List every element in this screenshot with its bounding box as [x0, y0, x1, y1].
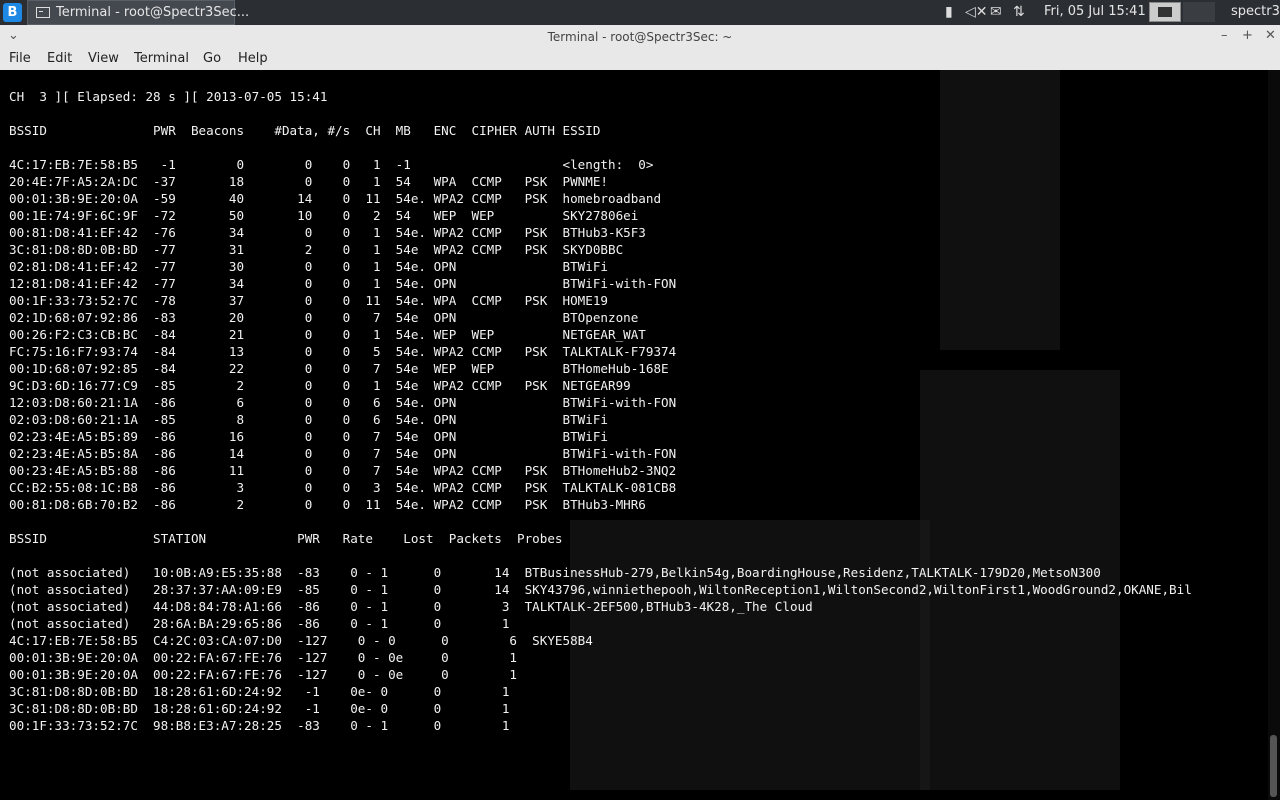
background-ghost — [940, 70, 1060, 350]
station-table-header: BSSID STATION PWR Rate Lost Packets Prob… — [9, 531, 563, 546]
ap-row: 00:1E:74:9F:6C:9F -72 50 10 0 2 54 WEP W… — [9, 208, 639, 223]
ap-row: 4C:17:EB:7E:58:B5 -1 0 0 0 1 -1 <length:… — [9, 157, 654, 172]
ap-row: CC:B2:55:08:1C:B8 -86 3 0 0 3 54e. WPA2 … — [9, 480, 677, 495]
ap-row: 00:81:D8:6B:70:B2 -86 2 0 0 11 54e. WPA2… — [9, 497, 646, 512]
workspace-1-button[interactable] — [1149, 2, 1181, 22]
ap-row: 02:03:D8:60:21:1A -85 8 0 0 6 54e. OPN B… — [9, 412, 608, 427]
terminal-scrollbar[interactable] — [1268, 70, 1280, 800]
battery-icon[interactable]: ▮ — [945, 4, 953, 20]
menu-view[interactable]: View — [88, 51, 119, 66]
menu-terminal[interactable]: Terminal — [134, 51, 189, 66]
ap-row: 12:03:D8:60:21:1A -86 6 0 0 6 54e. OPN B… — [9, 395, 677, 410]
network-icon[interactable]: ⇅ — [1013, 4, 1025, 20]
station-row: 00:1F:33:73:52:7C 98:B8:E3:A7:28:25 -83 … — [9, 718, 510, 733]
ap-row: 3C:81:D8:8D:0B:BD -77 31 2 0 1 54e WPA2 … — [9, 242, 624, 257]
station-row: 00:01:3B:9E:20:0A 00:22:FA:67:FE:76 -127… — [9, 667, 517, 682]
maximize-button[interactable]: + — [1242, 29, 1253, 43]
station-row: (not associated) 10:0B:A9:E5:35:88 -83 0… — [9, 565, 1101, 580]
station-row: (not associated) 28:6A:BA:29:65:86 -86 0… — [9, 616, 510, 631]
menu-help[interactable]: Help — [238, 51, 268, 66]
ap-row: FC:75:16:F7:93:74 -84 13 0 0 5 54e. WPA2… — [9, 344, 677, 359]
app-menu-button[interactable]: B — [3, 3, 22, 22]
minimize-button[interactable]: – — [1221, 29, 1228, 43]
mail-icon[interactable]: ✉ — [990, 4, 1002, 20]
terminal-output[interactable]: CH 3 ][ Elapsed: 28 s ][ 2013-07-05 15:4… — [0, 70, 1268, 800]
app-menu-glyph: B — [7, 5, 18, 20]
ap-row: 02:81:D8:41:EF:42 -77 30 0 0 1 54e. OPN … — [9, 259, 608, 274]
window-title: Terminal - root@Spectr3Sec: ~ — [547, 30, 733, 44]
background-ghost — [570, 520, 930, 790]
menu-edit[interactable]: Edit — [47, 51, 72, 66]
station-row: (not associated) 28:37:37:AA:09:E9 -85 0… — [9, 582, 1192, 597]
taskbar-label: Terminal - root@Spectr3Sec... — [56, 5, 250, 20]
ap-row: 02:23:4E:A5:B5:89 -86 16 0 0 7 54e OPN B… — [9, 429, 608, 444]
ap-table-header: BSSID PWR Beacons #Data, #/s CH MB ENC C… — [9, 123, 601, 138]
window-titlebar[interactable]: ⌄ Terminal - root@Spectr3Sec: ~ – + ✕ — [0, 25, 1280, 49]
ap-row: 12:81:D8:41:EF:42 -77 34 0 0 1 54e. OPN … — [9, 276, 677, 291]
ap-row: 00:1F:33:73:52:7C -78 37 0 0 11 54e. WPA… — [9, 293, 608, 308]
workspace-window-icon — [1158, 7, 1172, 17]
ap-row: 00:1D:68:07:92:85 -84 22 0 0 7 54e WEP W… — [9, 361, 669, 376]
user-menu[interactable]: spectr3 — [1231, 4, 1280, 19]
menu-go[interactable]: Go — [203, 51, 221, 66]
ap-row: 02:1D:68:07:92:86 -83 20 0 0 7 54e OPN B… — [9, 310, 639, 325]
station-row: 3C:81:D8:8D:0B:BD 18:28:61:6D:24:92 -1 0… — [9, 684, 510, 699]
terminal-icon — [36, 7, 50, 18]
workspace-2-button[interactable] — [1183, 2, 1215, 22]
scrollbar-thumb[interactable] — [1270, 735, 1277, 797]
station-row: 3C:81:D8:8D:0B:BD 18:28:61:6D:24:92 -1 0… — [9, 701, 510, 716]
top-panel: B Terminal - root@Spectr3Sec... ▮ ◁✕ ✉ ⇅… — [0, 0, 1280, 25]
menubar: File Edit View Terminal Go Help — [0, 49, 1280, 70]
close-button[interactable]: ✕ — [1265, 29, 1276, 43]
station-row: (not associated) 44:D8:84:78:A1:66 -86 0… — [9, 599, 813, 614]
menu-file[interactable]: File — [9, 51, 31, 66]
ap-row: 20:4E:7F:A5:2A:DC -37 18 0 0 1 54 WPA CC… — [9, 174, 608, 189]
ap-row: 02:23:4E:A5:B5:8A -86 14 0 0 7 54e OPN B… — [9, 446, 677, 461]
ap-row: 9C:D3:6D:16:77:C9 -85 2 0 0 1 54e WPA2 C… — [9, 378, 631, 393]
ap-row: 00:01:3B:9E:20:0A -59 40 14 0 11 54e. WP… — [9, 191, 662, 206]
ap-row: 00:23:4E:A5:B5:88 -86 11 0 0 7 54e WPA2 … — [9, 463, 677, 478]
clock[interactable]: Fri, 05 Jul 15:41 — [1044, 4, 1146, 19]
volume-icon[interactable]: ◁✕ — [965, 4, 988, 20]
ap-row: 00:26:F2:C3:CB:BC -84 21 0 0 1 54e. WEP … — [9, 327, 646, 342]
ap-row: 00:81:D8:41:EF:42 -76 34 0 0 1 54e. WPA2… — [9, 225, 646, 240]
airodump-status-line: CH 3 ][ Elapsed: 28 s ][ 2013-07-05 15:4… — [9, 89, 328, 104]
station-row: 4C:17:EB:7E:58:B5 C4:2C:03:CA:07:D0 -127… — [9, 633, 593, 648]
station-row: 00:01:3B:9E:20:0A 00:22:FA:67:FE:76 -127… — [9, 650, 517, 665]
taskbar-terminal-button[interactable]: Terminal - root@Spectr3Sec... — [27, 0, 249, 25]
